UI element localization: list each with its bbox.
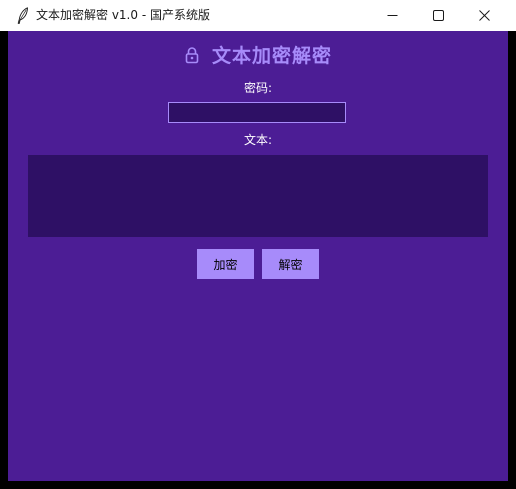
window-title: 文本加密解密 v1.0 - 国产系统版	[36, 8, 210, 22]
password-input[interactable]	[168, 102, 346, 123]
maximize-icon	[432, 10, 444, 21]
feather-icon	[17, 7, 28, 24]
encrypt-button[interactable]: 加密	[197, 249, 254, 279]
app-header: 文本加密解密	[8, 41, 508, 67]
page-title: 文本加密解密	[211, 44, 332, 67]
minimize-button[interactable]	[369, 0, 415, 31]
maximize-button[interactable]	[415, 0, 461, 31]
close-icon	[478, 10, 490, 21]
lock-icon	[185, 47, 199, 64]
text-input-area[interactable]	[28, 155, 488, 237]
title-bar[interactable]: 文本加密解密 v1.0 - 国产系统版	[0, 0, 516, 31]
close-button[interactable]	[461, 0, 507, 31]
decrypt-button[interactable]: 解密	[262, 249, 319, 279]
minimize-icon	[387, 15, 397, 16]
text-label: 文本:	[243, 133, 273, 147]
main-panel: 文本加密解密 密码: 文本: 加密 解密	[8, 31, 508, 481]
app-window: 文本加密解密 v1.0 - 国产系统版 文本加密解密 密码: 文本: 加密 解密	[0, 0, 516, 489]
password-label: 密码:	[243, 81, 273, 95]
